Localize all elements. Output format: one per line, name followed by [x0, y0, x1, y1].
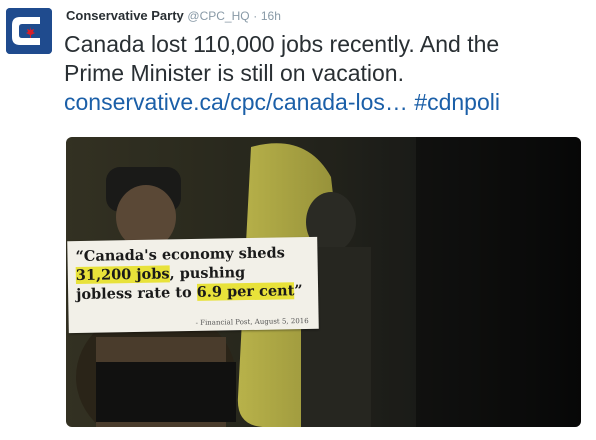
clipping-source: - Financial Post, August 5, 2016 — [195, 316, 309, 327]
separator-dot: · — [253, 9, 258, 23]
clipping-highlight-rate: 6.9 per cent — [196, 282, 295, 301]
clipping-highlight-jobs: 31,200 jobs — [75, 265, 170, 285]
timestamp[interactable]: 16h — [261, 9, 281, 23]
tweet-text-line-3: conservative.ca/cpc/canada-los… #cdnpoli — [64, 88, 584, 117]
hashtag-link[interactable]: #cdnpoli — [414, 89, 500, 115]
tweet-header: Conservative Party @CPC_HQ · 16h — [66, 8, 281, 23]
tweet-text-line-1: Canada lost 110,000 jobs recently. And t… — [64, 31, 500, 57]
article-link[interactable]: conservative.ca/cpc/canada-los… — [64, 89, 408, 115]
author-name[interactable]: Conservative Party — [66, 8, 184, 23]
author-handle[interactable]: @CPC_HQ — [187, 9, 249, 23]
avatar[interactable] — [6, 8, 52, 54]
clipping-line-2: , pushing — [169, 264, 246, 283]
tweet-text: Canada lost 110,000 jobs recently. And t… — [64, 30, 584, 117]
tweet-text-line-2: Prime Minister is still on vacation. — [64, 60, 404, 86]
tweet-card: Conservative Party @CPC_HQ · 16h Canada … — [0, 0, 596, 440]
clipping-line-3: jobless rate to — [76, 283, 197, 304]
newspaper-clipping: “Canada's economy sheds 31,200 jobs, pus… — [67, 236, 319, 334]
conservative-logo-icon — [6, 8, 52, 54]
clipping-quote: “Canada's economy sheds 31,200 jobs, pus… — [75, 243, 303, 304]
tweet-media-image[interactable]: “Canada's economy sheds 31,200 jobs, pus… — [66, 137, 581, 427]
clipping-quote-close: ” — [294, 282, 303, 300]
clipping-line-1: “Canada's economy sheds — [75, 244, 285, 266]
